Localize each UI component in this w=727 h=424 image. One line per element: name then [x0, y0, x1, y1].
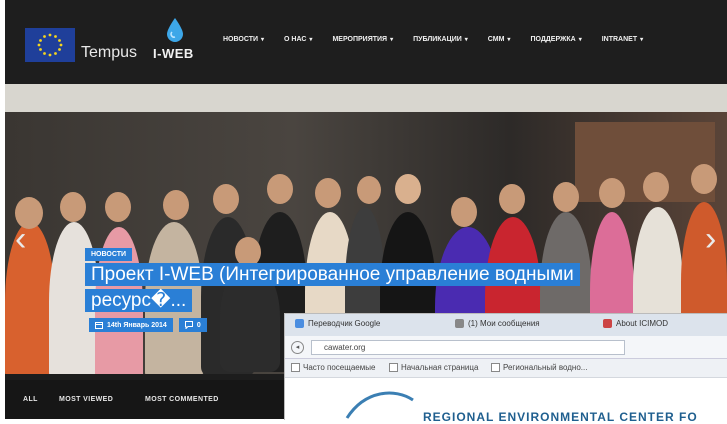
date-text: 14th Январь 2014 — [107, 321, 167, 329]
bookmark-icon — [291, 363, 300, 372]
photo-head — [267, 174, 293, 204]
comment-icon — [184, 321, 193, 329]
photo-head — [163, 190, 189, 220]
tab-most-commented[interactable]: MOST COMMENTED — [145, 396, 219, 403]
nav-label: О НАС — [284, 36, 307, 43]
nav-item-support[interactable]: ПОДДЕРЖКА ▾ — [530, 36, 581, 43]
chevron-down-icon: ▾ — [390, 37, 394, 43]
slider-next-icon[interactable]: › — [705, 220, 716, 259]
browser-tab[interactable]: Переводчик Google — [295, 319, 380, 328]
chevron-down-icon: ▾ — [578, 37, 582, 43]
headline-text: Проект I-WEB (Интегрированное управление… — [85, 263, 580, 312]
bookmark-item[interactable]: Региональный водно... — [491, 363, 587, 372]
bookmark-label: Начальная страница — [401, 363, 479, 372]
back-icon[interactable]: ◂ — [291, 341, 304, 354]
page-header-title: REGIONAL ENVIRONMENTAL CENTER FO — [423, 410, 698, 424]
photo-head — [315, 178, 341, 208]
comments-count: 0 — [196, 321, 201, 329]
chevron-down-icon: ▾ — [640, 37, 644, 43]
photo-head — [357, 176, 381, 204]
chevron-down-icon: ▾ — [464, 37, 468, 43]
nav-item-news[interactable]: НОВОСТИ ▾ — [223, 36, 264, 43]
inset-browser-screenshot: Переводчик Google (1) Мои сообщения Abou… — [284, 313, 727, 424]
google-translate-icon — [295, 319, 304, 328]
url-input[interactable]: cawater.org — [311, 340, 625, 355]
tab-all[interactable]: ALL — [23, 396, 38, 403]
chevron-down-icon: ▾ — [309, 37, 313, 43]
nav-label: СММ — [487, 36, 505, 43]
photo-head — [395, 174, 421, 204]
site-favicon-icon — [603, 319, 612, 328]
browser-tab-label: About ICIMOD — [616, 319, 669, 328]
photo-head — [105, 192, 131, 222]
bookmark-item[interactable]: Часто посещаемые — [291, 363, 375, 372]
comments-badge[interactable]: 0 — [178, 318, 207, 332]
nav-item-smm[interactable]: СММ ▾ — [488, 36, 511, 43]
nav-label: ПУБЛИКАЦИИ — [413, 36, 462, 43]
browser-tab-label: Переводчик Google — [308, 319, 381, 328]
swoosh-logo-icon — [345, 391, 414, 419]
nav-item-about[interactable]: О НАС ▾ — [284, 36, 312, 43]
tab-most-viewed[interactable]: MOST VIEWED — [59, 396, 113, 403]
bookmark-item[interactable]: Начальная страница — [389, 363, 478, 372]
messages-icon — [455, 319, 464, 328]
nav-label: INTRANET — [601, 36, 638, 43]
bookmarks-bar: Часто посещаемые Начальная страница Реги… — [285, 359, 727, 378]
nav-item-intranet[interactable]: INTRANET ▾ — [602, 36, 643, 43]
category-badge[interactable]: НОВОСТИ — [85, 248, 133, 261]
tempus-logo-text[interactable]: Tempus — [81, 44, 137, 62]
nav-label: ПОДДЕРЖКА — [530, 36, 576, 43]
browser-tab[interactable]: About ICIMOD — [603, 319, 668, 328]
nav-label: МЕРОПРИЯТИЯ — [332, 36, 388, 43]
photo-person — [5, 222, 55, 374]
date-badge: 14th Январь 2014 — [89, 318, 173, 332]
browser-tab-bar: Переводчик Google (1) Мои сообщения Abou… — [285, 314, 727, 336]
bookmark-icon — [389, 363, 398, 372]
slider-prev-icon[interactable]: ‹ — [15, 220, 26, 259]
hero-ceiling — [5, 84, 727, 112]
post-meta: 14th Январь 2014 0 — [89, 318, 207, 332]
water-drop-icon — [167, 18, 183, 42]
bookmark-icon — [491, 363, 500, 372]
nav-item-events[interactable]: МЕРОПРИЯТИЯ ▾ — [332, 36, 393, 43]
iweb-logo-text[interactable]: I-WEB — [153, 46, 194, 61]
browser-tab-label: (1) Мои сообщения — [468, 319, 540, 328]
bookmark-label: Часто посещаемые — [303, 363, 376, 372]
eu-flag-logo[interactable] — [25, 28, 75, 62]
browser-address-bar: ◂ cawater.org — [285, 336, 727, 359]
calendar-icon — [95, 322, 103, 329]
headline-link[interactable]: Проект I-WEB (Интегрированное управление… — [85, 262, 585, 314]
chevron-down-icon: ▾ — [261, 37, 265, 43]
bookmark-label: Региональный водно... — [503, 363, 588, 372]
site-header: Tempus I-WEB НОВОСТИ ▾ О НАС ▾ МЕРОПРИЯТИЯ… — [5, 0, 727, 80]
main-nav: НОВОСТИ ▾ О НАС ▾ МЕРОПРИЯТИЯ ▾ ПУБЛИКАЦИИ ▾… — [223, 36, 663, 43]
photo-head — [60, 192, 86, 222]
photo-head — [553, 182, 579, 212]
chevron-down-icon: ▾ — [507, 37, 511, 43]
photo-head — [643, 172, 669, 202]
browser-tab[interactable]: (1) Мои сообщения — [455, 319, 540, 328]
photo-head — [691, 164, 717, 194]
photo-head — [599, 178, 625, 208]
nav-item-publications[interactable]: ПУБЛИКАЦИИ ▾ — [413, 36, 468, 43]
photo-head — [213, 184, 239, 214]
nav-label: НОВОСТИ — [223, 36, 259, 43]
photo-head — [451, 197, 477, 227]
photo-head — [499, 184, 525, 214]
